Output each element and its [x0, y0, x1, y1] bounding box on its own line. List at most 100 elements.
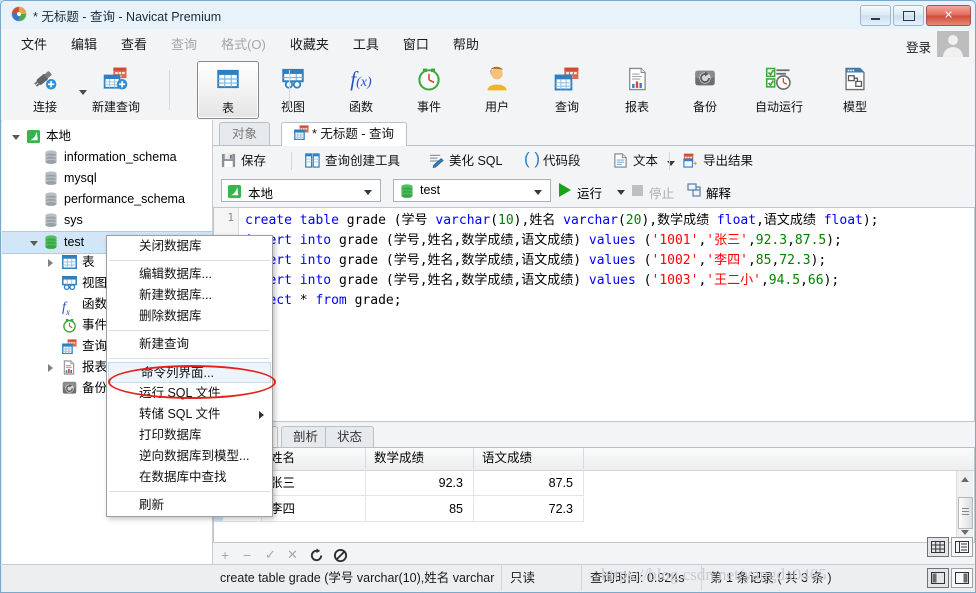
context-menu-item-刷新[interactable]: 刷新 — [107, 495, 272, 516]
grid-cell[interactable]: 85 — [366, 497, 474, 522]
menu-item-5[interactable]: 收藏夹 — [278, 34, 341, 53]
grid-cell[interactable]: 72.3 — [474, 497, 584, 522]
toolbar-button-连接[interactable]: 连接 — [17, 61, 73, 117]
tree-node-label: 备份 — [82, 378, 107, 399]
sql-editor[interactable]: 1 create table grade (学号 varchar(10),姓名 … — [213, 207, 975, 422]
login-link[interactable]: 登录 — [906, 37, 931, 56]
grid-vertical-scrollbar[interactable] — [956, 471, 973, 541]
editor-tab-0[interactable]: 对象 — [219, 122, 270, 145]
scroll-up-icon[interactable] — [961, 477, 969, 482]
scroll-down-icon[interactable] — [961, 530, 969, 535]
explain-button[interactable]: 解释 — [706, 183, 731, 202]
toolbar-button-函数[interactable]: f(x)函数 — [333, 61, 389, 117]
query-toolbar-label: 导出结果 — [703, 154, 753, 168]
query-toolbar-保存[interactable]: 保存 — [221, 150, 266, 172]
toolbar-button-视图[interactable]: 视图 — [265, 61, 321, 117]
context-menu[interactable]: 关闭数据库编辑数据库...新建数据库...删除数据库新建查询命令列界面...运行… — [106, 235, 273, 517]
scrollbar-thumb[interactable] — [958, 497, 973, 529]
context-menu-item-命令列界面...[interactable]: 命令列界面... — [108, 362, 271, 383]
query-toolbar-导出结果[interactable]: 导出结果 — [683, 150, 753, 172]
context-menu-item-编辑数据库...[interactable]: 编辑数据库... — [107, 264, 272, 285]
query-toolbar-代码段[interactable]: ( )代码段 — [523, 150, 581, 172]
query-toolbar-美化 SQL[interactable]: 美化 SQL — [429, 150, 503, 172]
stop-square-icon — [632, 185, 643, 196]
grid-cell[interactable]: 87.5 — [474, 471, 584, 496]
toolbar-button-用户[interactable]: 用户 — [469, 61, 525, 117]
context-menu-item-逆向数据库到模型...[interactable]: 逆向数据库到模型... — [107, 446, 272, 467]
context-menu-item-运行 SQL 文件...[interactable]: 运行 SQL 文件... — [107, 383, 272, 404]
add-record-button[interactable]: + — [221, 547, 229, 563]
maximize-button[interactable] — [893, 5, 924, 26]
tree-node-sys[interactable]: sys — [2, 210, 212, 231]
toolbar-button-报表[interactable]: 报表 — [609, 61, 665, 117]
toolbar-button-查询[interactable]: 查询 — [539, 61, 595, 117]
remove-record-button[interactable]: − — [243, 547, 251, 563]
tree-expander-icon[interactable] — [12, 135, 20, 140]
grid-cell[interactable]: 李四 — [262, 497, 366, 522]
database-gray-icon — [44, 192, 60, 207]
context-menu-item-新建查询[interactable]: 新建查询 — [107, 334, 272, 355]
tree-expander-icon[interactable] — [48, 259, 53, 267]
result-grid[interactable]: 学号姓名数学成绩语文成绩 1001张三92.387.51002李四8572.3 — [213, 447, 975, 543]
menu-item-1[interactable]: 编辑 — [59, 34, 109, 53]
query-toolbar-查询创建工具[interactable]: 查询创建工具 — [305, 150, 400, 172]
status-grid-view-button[interactable] — [927, 568, 949, 588]
tree-node-本地[interactable]: 本地 — [2, 126, 212, 147]
sql-code-area[interactable]: create table grade (学号 varchar(10),姓名 va… — [239, 208, 974, 421]
grid-cell[interactable]: 92.3 — [366, 471, 474, 496]
menu-item-2[interactable]: 查看 — [109, 34, 159, 53]
confirm-record-button[interactable]: ✓ — [265, 547, 276, 563]
tree-expander-icon[interactable] — [30, 241, 38, 246]
sql-line: insert into grade (学号,姓名,数学成绩,语文成绩) valu… — [245, 271, 974, 291]
grid-column-header-数学成绩[interactable]: 数学成绩 — [366, 448, 474, 469]
toolbar-label: 备份 — [677, 98, 733, 115]
automation-icon — [743, 65, 815, 97]
refresh-icon[interactable] — [309, 548, 324, 563]
context-menu-item-打印数据库[interactable]: 打印数据库 — [107, 425, 272, 446]
tree-expander-icon[interactable] — [48, 364, 53, 372]
form-view-button[interactable] — [951, 537, 973, 557]
database-select[interactable]: test — [393, 179, 551, 202]
context-menu-item-在数据库中查找[interactable]: 在数据库中查找 — [107, 467, 272, 488]
run-button[interactable]: 运行 — [577, 183, 602, 202]
toolbar-button-事件[interactable]: 事件 — [401, 61, 457, 117]
run-play-icon[interactable] — [559, 183, 571, 197]
tree-node-information_schema[interactable]: information_schema — [2, 147, 212, 168]
tree-node-mysql[interactable]: mysql — [2, 168, 212, 189]
toolbar-button-模型[interactable]: 模型 — [827, 61, 883, 117]
status-split-view-button[interactable] — [951, 568, 973, 588]
grid-column-header-语文成绩[interactable]: 语文成绩 — [474, 448, 584, 469]
close-button[interactable]: ✕ — [926, 5, 971, 26]
connection-select[interactable]: 本地 — [221, 179, 381, 202]
grid-column-header-姓名[interactable]: 姓名 — [262, 448, 366, 469]
explain-icon[interactable] — [687, 183, 703, 198]
menu-item-6[interactable]: 工具 — [341, 34, 391, 53]
context-menu-item-关闭数据库[interactable]: 关闭数据库 — [107, 236, 272, 257]
avatar[interactable] — [937, 31, 969, 57]
tree-node-performance_schema[interactable]: performance_schema — [2, 189, 212, 210]
grid-cell[interactable]: 张三 — [262, 471, 366, 496]
menu-item-0[interactable]: 文件 — [9, 34, 59, 53]
toolbar-button-表[interactable]: 表 — [197, 61, 259, 119]
menu-item-8[interactable]: 帮助 — [441, 34, 491, 53]
query-toolbar-label: 代码段 — [543, 154, 581, 168]
grid-view-button[interactable] — [927, 537, 949, 557]
stop-icon[interactable] — [333, 548, 348, 563]
menu-item-7[interactable]: 窗口 — [391, 34, 441, 53]
query-builder-icon — [305, 153, 321, 169]
result-tab-状态[interactable]: 状态 — [325, 426, 374, 448]
query-toolbar-文本[interactable]: 文本 — [613, 150, 658, 172]
context-menu-item-转储 SQL 文件[interactable]: 转储 SQL 文件 — [107, 404, 272, 425]
editor-tab-1[interactable]: * 无标题 - 查询 — [281, 122, 407, 146]
minimize-button[interactable] — [860, 5, 891, 26]
context-menu-item-新建数据库...[interactable]: 新建数据库... — [107, 285, 272, 306]
cancel-record-button[interactable]: ✕ — [287, 547, 298, 563]
toolbar-button-备份[interactable]: 备份 — [677, 61, 733, 117]
context-menu-item-删除数据库[interactable]: 删除数据库 — [107, 306, 272, 327]
table-row[interactable]: 1001张三92.387.5 — [214, 471, 974, 497]
table-row[interactable]: 1002李四8572.3 — [214, 497, 974, 523]
result-tab-剖析[interactable]: 剖析 — [281, 426, 330, 448]
toolbar-button-新建查询[interactable]: 新建查询 — [83, 61, 149, 117]
run-dropdown-icon[interactable] — [617, 190, 625, 195]
toolbar-button-自动运行[interactable]: 自动运行 — [743, 61, 815, 117]
